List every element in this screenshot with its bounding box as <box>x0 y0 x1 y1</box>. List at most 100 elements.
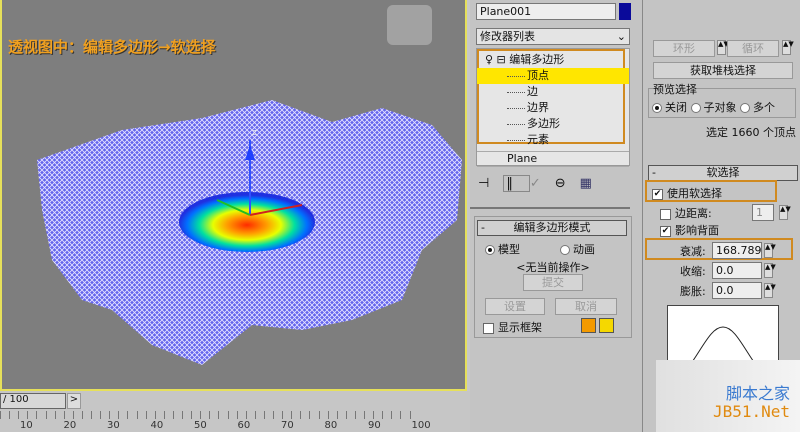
timeline-tick <box>91 411 92 419</box>
timeline-tick <box>136 411 138 419</box>
timeline-tick <box>27 411 29 419</box>
affect-backfacing-checkbox[interactable]: ✔ 影响背面 <box>660 222 719 238</box>
bubble-input[interactable]: 0.0 <box>712 282 762 299</box>
timeline-tick <box>100 411 102 419</box>
loop-spinner[interactable]: ▲▼ <box>782 40 794 55</box>
bubble-label: 膨胀: <box>680 285 706 298</box>
timeline-tick <box>318 411 320 419</box>
stack-item-vertex[interactable]: 顶点 <box>477 68 629 84</box>
soft-selection-falloff <box>179 192 315 252</box>
timeline-tick <box>391 411 393 419</box>
timeline-tick <box>336 411 338 419</box>
cage-selected-color-swatch[interactable] <box>599 318 614 333</box>
timeline-tick <box>236 411 238 419</box>
viewcube <box>387 5 432 45</box>
gizmo-z-label: z <box>252 128 257 138</box>
timeline-tick <box>145 411 147 419</box>
stack-item-edge[interactable]: 边 <box>477 84 629 100</box>
viewport-caption: 透视图中：编辑多边形→软选择 <box>8 38 216 56</box>
timeline-tick <box>182 411 183 419</box>
falloff-label: 衰减: <box>680 245 706 258</box>
timeline-tick <box>172 411 174 419</box>
timeline-tick <box>109 411 111 419</box>
settings-button[interactable]: 设置 <box>485 298 545 315</box>
timeline-tick <box>0 411 1 419</box>
show-end-result-icon[interactable]: ‖ <box>503 175 530 192</box>
timeline-label: 10 <box>20 420 33 431</box>
use-soft-selection-checkbox[interactable]: ✔ 使用软选择 <box>652 185 722 201</box>
mesh-render <box>37 5 462 365</box>
timeline-tick <box>218 411 220 419</box>
timeline-tick <box>300 411 302 419</box>
timeline-label: 80 <box>324 420 338 431</box>
command-panel: Plane001 修改器列表 ⌄ ♀ ⊟ 编辑多边形 顶点 边 边界 多边形 元… <box>470 0 800 432</box>
timeline-tick <box>382 411 384 419</box>
get-stack-selection-button[interactable]: 获取堆栈选择 <box>653 62 793 79</box>
falloff-input[interactable]: 168.789 <box>712 242 762 259</box>
stack-item-border[interactable]: 边界 <box>477 100 629 116</box>
chevron-down-icon: ⌄ <box>616 30 626 43</box>
next-frame-button[interactable]: > <box>67 393 81 409</box>
ring-spinner[interactable]: ▲▼ <box>717 40 729 55</box>
timeline-tick <box>127 411 129 419</box>
modifier-list-label: 修改器列表 <box>480 30 535 43</box>
timeline-tick <box>63 411 65 419</box>
timeline-tick <box>72 411 74 419</box>
timeline-tick <box>45 411 47 419</box>
stack-toolbar: ⊣ ‖ ✓⊖▦ <box>478 175 606 192</box>
remove-modifier-icon[interactable]: ⊖ <box>555 176 580 191</box>
pinch-input[interactable]: 0.0 <box>712 262 762 279</box>
timeline-tick <box>354 411 356 419</box>
timeline-tick <box>345 411 347 419</box>
timeline-label: 40 <box>150 420 164 431</box>
timeline-tick <box>81 411 83 419</box>
timeline[interactable]: / 100 > 10 20 30 40 50 60 70 80 90 100 <box>0 391 470 432</box>
pinch-spinner[interactable]: ▲▼ <box>764 263 776 278</box>
bubble-spinner[interactable]: ▲▼ <box>764 283 776 298</box>
edge-distance-spinner[interactable]: ▲▼ <box>779 205 791 220</box>
edge-distance-input[interactable]: 1 <box>752 204 774 221</box>
timeline-tick <box>191 411 193 419</box>
commit-button[interactable]: 提交 <box>523 274 583 291</box>
timeline-label: 90 <box>368 420 381 431</box>
timeline-tick <box>373 411 375 419</box>
perspective-viewport[interactable]: z 透视图中：编辑多边形→软选择 <box>0 0 467 391</box>
modifier-list-dropdown[interactable]: 修改器列表 ⌄ <box>476 28 630 45</box>
stack-item-polygon[interactable]: 多边形 <box>477 116 629 132</box>
loop-button[interactable]: 循环 <box>727 40 779 57</box>
object-color-swatch[interactable] <box>619 3 631 20</box>
timeline-tick <box>54 411 56 419</box>
stack-item-element[interactable]: 元素 <box>477 132 629 148</box>
preview-selection-group: 预览选择 关闭 子对象 多个 <box>648 81 796 118</box>
timeline-tick <box>254 411 256 419</box>
pin-stack-icon[interactable]: ⊣ <box>478 176 503 191</box>
edge-distance-checkbox[interactable]: 边距离: <box>660 205 712 221</box>
ring-button[interactable]: 环形 <box>653 40 715 57</box>
timeline-tick <box>154 411 156 419</box>
timeline-tick <box>273 411 274 419</box>
cage-color-swatch[interactable] <box>581 318 596 333</box>
timeline-label: 30 <box>107 420 120 431</box>
preview-radios[interactable]: 关闭 子对象 多个 <box>652 99 775 115</box>
show-cage-checkbox[interactable]: 显示框架 <box>483 319 542 335</box>
timeline-tick <box>263 411 265 419</box>
make-unique-icon[interactable]: ✓ <box>530 176 555 191</box>
soft-selection-header[interactable]: - 软选择 <box>648 165 798 181</box>
timeline-label: 100 <box>411 420 431 431</box>
cancel-button[interactable]: 取消 <box>555 298 617 315</box>
timeline-label: 70 <box>281 420 294 431</box>
animate-radio[interactable]: 动画 <box>560 241 595 257</box>
edit-poly-mode-header[interactable]: - 编辑多边形模式 <box>477 220 627 236</box>
timeline-tick <box>364 411 365 419</box>
stack-item-plane[interactable]: Plane <box>477 151 629 167</box>
configure-sets-icon[interactable]: ▦ <box>580 176 606 191</box>
timeline-tick <box>200 411 202 419</box>
falloff-spinner[interactable]: ▲▼ <box>764 243 776 258</box>
frame-indicator[interactable]: / 100 <box>0 393 66 409</box>
current-operation-text: <无当前操作> <box>516 261 590 274</box>
timeline-tick <box>400 411 402 419</box>
model-radio[interactable]: 模型 <box>485 241 520 257</box>
object-name-input[interactable]: Plane001 <box>476 3 616 20</box>
timeline-label: 20 <box>63 420 77 431</box>
modifier-stack[interactable]: ♀ ⊟ 编辑多边形 顶点 边 边界 多边形 元素 Plane <box>476 48 630 167</box>
